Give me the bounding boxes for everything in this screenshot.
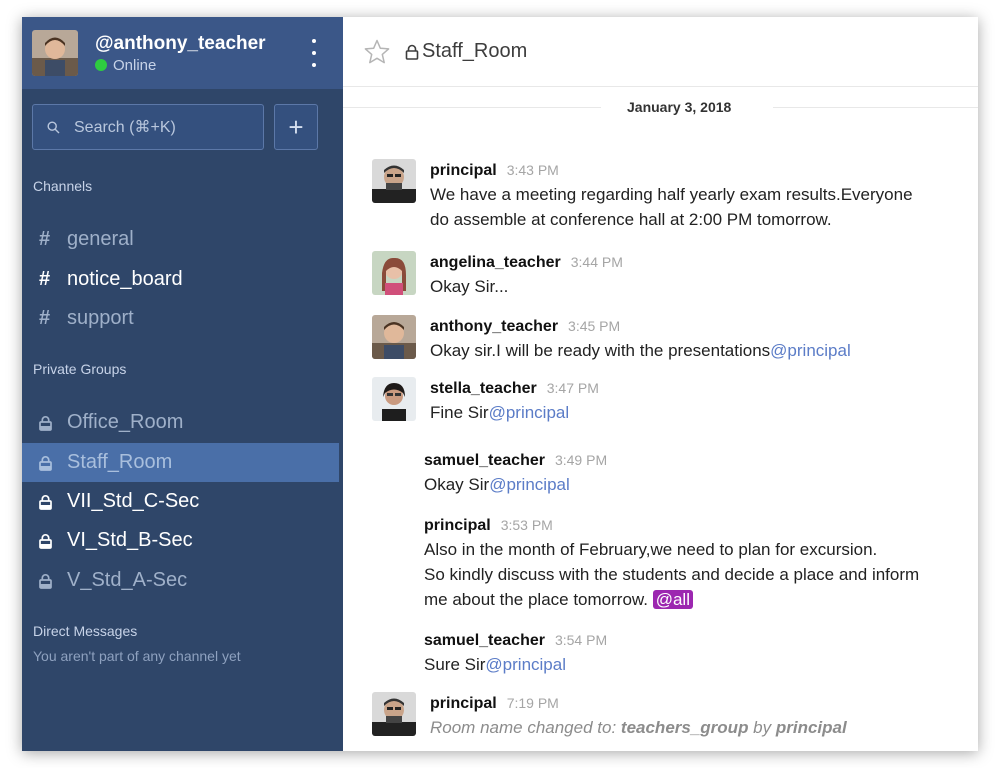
room-title-label: Staff_Room xyxy=(422,40,528,62)
new-room-name: teachers_group xyxy=(620,718,749,737)
channel-item-general[interactable]: # general xyxy=(22,220,339,259)
mention-link[interactable]: @principal xyxy=(489,475,570,494)
group-label: V_Std_A-Sec xyxy=(67,569,188,591)
private-groups-section-title: Private Groups xyxy=(33,361,127,377)
message-timestamp: 3:43 PM xyxy=(506,162,559,178)
message-text-line: do assemble at conference hall at 2:00 P… xyxy=(430,210,832,229)
message-avatar[interactable] xyxy=(372,692,416,736)
message-avatar[interactable] xyxy=(372,159,416,203)
user-status: Online xyxy=(95,57,266,74)
message-text: Fine Sir@principal xyxy=(430,403,570,422)
group-label: VII_Std_C-Sec xyxy=(67,490,200,512)
channels-section-title: Channels xyxy=(33,178,93,194)
message-item: angelina_teacher 3:44 PM Okay Sir... xyxy=(372,251,968,299)
date-separator-label: January 3, 2018 xyxy=(627,99,732,115)
group-item-v-std-a-sec[interactable]: V_Std_A-Sec xyxy=(22,561,339,600)
channel-label: support xyxy=(67,307,134,329)
chat-panel: Staff_Room January 3, 2018 principal 3:43… xyxy=(343,17,978,751)
group-label: VI_Std_B-Sec xyxy=(67,529,193,551)
message-username[interactable]: principal xyxy=(430,160,497,182)
direct-messages-empty-text: You aren't part of any channel yet xyxy=(33,648,241,664)
group-item-vii-std-c-sec[interactable]: VII_Std_C-Sec xyxy=(22,482,339,521)
hash-icon: # xyxy=(39,268,51,290)
sidebar: @anthony_teacher Online Search (⌘+K) + C… xyxy=(22,17,343,751)
message-text: Okay Sir... xyxy=(430,277,509,296)
message-text-line: So kindly discuss with the students and … xyxy=(424,565,920,584)
message-timestamp: 3:53 PM xyxy=(500,517,553,533)
message-username[interactable]: principal xyxy=(430,693,497,715)
message-username[interactable]: anthony_teacher xyxy=(430,316,558,338)
group-item-staff-room[interactable]: Staff_Room xyxy=(22,443,339,482)
message-item: stella_teacher 3:47 PM Fine Sir@principal xyxy=(372,377,968,425)
group-item-vi-std-b-sec[interactable]: VI_Std_B-Sec xyxy=(22,521,339,560)
favorite-star-icon[interactable] xyxy=(363,38,391,66)
message-avatar[interactable] xyxy=(372,251,416,295)
channel-item-support[interactable]: # support xyxy=(22,299,339,338)
lock-icon xyxy=(39,455,67,471)
mention-link[interactable]: @principal xyxy=(770,341,851,360)
channel-item-notice-board[interactable]: # notice_board xyxy=(22,260,339,299)
message-username[interactable]: stella_teacher xyxy=(430,378,537,400)
message-username[interactable]: samuel_teacher xyxy=(424,630,545,652)
room-title: Staff_Room xyxy=(405,40,527,63)
search-input[interactable]: Search (⌘+K) xyxy=(32,104,264,150)
message-text-line: Also in the month of February,we need to… xyxy=(424,540,878,559)
message-timestamp: 3:45 PM xyxy=(568,318,621,334)
search-icon xyxy=(47,120,60,134)
message-timestamp: 3:49 PM xyxy=(554,452,608,468)
system-message: Room name changed to: teachers_group by … xyxy=(430,718,847,737)
message-timestamp: 7:19 PM xyxy=(506,695,559,711)
message-avatar[interactable] xyxy=(372,377,416,421)
online-status-dot xyxy=(95,59,107,71)
message-username[interactable]: principal xyxy=(424,515,491,537)
more-options-icon[interactable] xyxy=(311,39,317,67)
message-text: Okay sir.I will be ready with the presen… xyxy=(430,341,851,360)
channel-label: notice_board xyxy=(67,268,183,290)
lock-icon xyxy=(39,494,67,510)
mention-all-badge[interactable]: @all xyxy=(652,590,693,609)
message-text: Sure Sir@principal xyxy=(424,655,566,674)
message-item: anthony_teacher 3:45 PM Okay sir.I will be… xyxy=(372,315,968,363)
message-timestamp: 3:44 PM xyxy=(570,254,623,270)
user-status-label: Online xyxy=(113,56,157,74)
message-item: principal 3:53 PM Also in the month of Feb… xyxy=(372,514,968,612)
search-placeholder: Search (⌘+K) xyxy=(74,119,176,136)
user-avatar[interactable] xyxy=(32,30,78,76)
message-avatar[interactable] xyxy=(372,315,416,359)
message-timestamp: 3:47 PM xyxy=(546,380,599,396)
user-header[interactable]: @anthony_teacher Online xyxy=(22,17,343,89)
app-window: @anthony_teacher Online Search (⌘+K) + C… xyxy=(22,17,978,751)
mention-link[interactable]: @principal xyxy=(489,403,570,422)
message-text-line: me about the place tomorrow. @all xyxy=(424,587,968,612)
lock-icon xyxy=(39,573,67,589)
channel-label: general xyxy=(67,228,134,250)
lock-icon xyxy=(39,415,67,431)
hash-icon: # xyxy=(39,307,51,329)
message-timestamp: 3:54 PM xyxy=(554,632,608,648)
room-header: Staff_Room xyxy=(343,17,978,87)
group-label: Staff_Room xyxy=(67,451,173,473)
date-separator: January 3, 2018 xyxy=(343,99,978,115)
hash-icon: # xyxy=(39,228,51,250)
message-item: samuel_teacher 3:49 PM Okay Sir@principal xyxy=(372,449,968,497)
direct-messages-section-title: Direct Messages xyxy=(33,623,138,639)
message-username[interactable]: angelina_teacher xyxy=(430,252,561,274)
private-lock-icon xyxy=(405,44,419,60)
message-text-line: We have a meeting regarding half yearly … xyxy=(430,185,913,204)
user-handle: @anthony_teacher xyxy=(95,32,266,54)
message-item: samuel_teacher 3:54 PM Sure Sir@principal xyxy=(372,629,968,677)
system-actor[interactable]: principal xyxy=(776,718,847,737)
mention-link[interactable]: @principal xyxy=(485,655,566,674)
group-label: Office_Room xyxy=(67,411,184,433)
create-new-button[interactable]: + xyxy=(274,104,318,150)
message-text: Okay Sir@principal xyxy=(424,475,570,494)
group-item-office-room[interactable]: Office_Room xyxy=(22,403,339,442)
message-item: principal 7:19 PM Room name changed to: te… xyxy=(372,692,968,740)
message-item: principal 3:43 PM We have a meeting regard… xyxy=(372,159,968,232)
lock-icon xyxy=(39,533,67,549)
message-username[interactable]: samuel_teacher xyxy=(424,450,545,472)
